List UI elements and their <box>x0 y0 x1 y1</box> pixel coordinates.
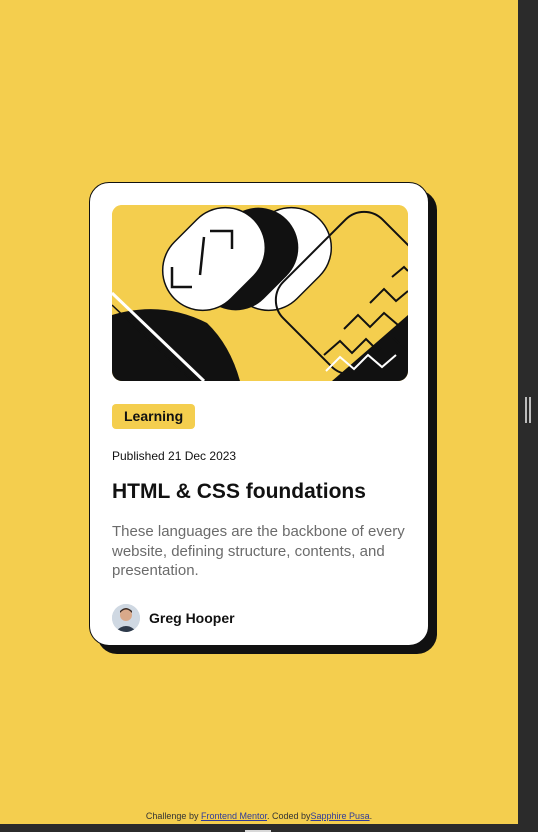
attribution-footer: Challenge by Frontend Mentor. Coded bySa… <box>0 811 518 821</box>
author-name: Greg Hooper <box>149 610 235 626</box>
page-viewport: Learning Published 21 Dec 2023 HTML & CS… <box>0 0 518 824</box>
attribution-suffix: . <box>369 811 373 821</box>
window-side-panel <box>518 0 538 824</box>
card-title[interactable]: HTML & CSS foundations <box>112 480 366 504</box>
category-tag[interactable]: Learning <box>112 404 196 429</box>
blog-preview-card[interactable]: Learning Published 21 Dec 2023 HTML & CS… <box>89 182 429 646</box>
coded-by-prefix: . Coded by <box>267 811 311 821</box>
resize-handle[interactable] <box>525 397 531 423</box>
published-date: Published 21 Dec 2023 <box>112 449 237 463</box>
attribution-prefix: Challenge by <box>145 811 201 821</box>
hero-illustration <box>112 205 408 381</box>
frontend-mentor-link[interactable]: Frontend Mentor <box>201 811 267 821</box>
author-link[interactable]: Sapphire Pusa <box>311 811 370 821</box>
author-block: Greg Hooper <box>112 604 235 632</box>
window-bottom-bar <box>0 824 538 832</box>
author-avatar <box>112 604 140 632</box>
card-description: These languages are the backbone of ever… <box>112 523 405 579</box>
